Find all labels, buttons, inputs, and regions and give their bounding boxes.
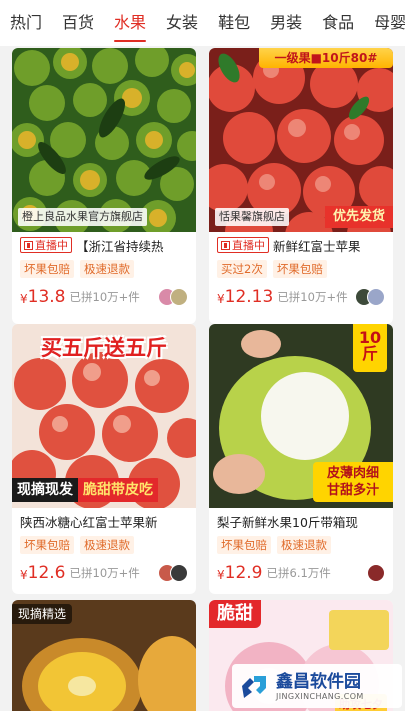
grade-ribbon-overlay: 一级果■10斤80#: [259, 48, 393, 68]
product-title: 陕西冰糖心红富士苹果新: [20, 514, 158, 530]
tag-badge: 极速退款: [80, 536, 134, 554]
product-title: 梨子新鲜水果10斤带箱现: [217, 514, 358, 530]
currency-symbol: ¥: [20, 292, 28, 306]
crispy-sweet-corner-overlay: 脆甜: [209, 600, 261, 628]
buyer-avatars: [158, 288, 188, 306]
live-badge: 直播中: [20, 237, 72, 253]
buyer-avatars: [355, 288, 385, 306]
sold-count: 已拼10万+件: [69, 290, 140, 304]
product-title: 【浙江省持续热: [76, 238, 164, 254]
product-card[interactable]: 橙上良品水果官方旗舰店 直播中 【浙江省持续热 坏果包赔 极速退款 ¥ 13.8…: [12, 48, 196, 324]
tag-badge: 极速退款: [277, 536, 331, 554]
currency-symbol: ¥: [217, 568, 225, 582]
category-tab-bar: 热门 百货 水果 女装 鞋包 男装 食品 母婴: [0, 0, 405, 46]
tab-hot[interactable]: 热门: [0, 0, 52, 46]
weight-badge: 10斤: [353, 324, 387, 372]
product-image-oranges[interactable]: 橙上良品水果官方旗舰店: [12, 48, 196, 232]
product-price: 12.9: [224, 563, 263, 583]
fresh-pick-overlay: 现摘现发: [12, 478, 78, 502]
tab-mens-clothing[interactable]: 男装: [260, 0, 312, 46]
tag-badge: 坏果包赔: [20, 260, 74, 278]
product-price: 12.6: [27, 563, 66, 583]
tag-badge: 坏果包赔: [217, 536, 271, 554]
live-badge: 直播中: [217, 237, 269, 253]
product-price: 12.13: [224, 287, 274, 307]
priority-shipping-overlay: 优先发货: [324, 206, 393, 228]
product-image-apples-promo[interactable]: 买五斤送五斤 现摘现发 脆甜带皮吃: [12, 324, 196, 508]
product-image-kiwi[interactable]: 现摘精选: [12, 600, 196, 711]
promo-overlay-pair: 现摘现发 脆甜带皮吃: [12, 478, 158, 502]
tab-food[interactable]: 食品: [312, 0, 364, 46]
buyer-avatars: [158, 564, 188, 582]
live-icon: [24, 240, 33, 250]
avatar: [367, 288, 385, 306]
sold-count: 已拼10万+件: [69, 566, 140, 580]
product-card[interactable]: 买五斤送五斤 现摘现发 脆甜带皮吃 陕西冰糖心红富士苹果新 坏果包赔 极速退款 …: [12, 324, 196, 594]
crispy-sweet-overlay: 脆甜带皮吃: [78, 478, 158, 502]
tag-badge: 极速退款: [80, 260, 134, 278]
currency-symbol: ¥: [20, 568, 28, 582]
avatar: [170, 564, 188, 582]
tag-badge: 买过2次: [217, 260, 267, 278]
fresh-selection-overlay: 现摘精选: [12, 604, 73, 624]
product-image-apples[interactable]: 一级果■10斤80# 恬果馨旗舰店 优先发货: [209, 48, 393, 232]
avatar: [170, 288, 188, 306]
oranges-photo: [12, 48, 196, 232]
tag-badge: 坏果包赔: [272, 260, 327, 278]
product-title: 新鲜红富士苹果: [273, 238, 361, 254]
sold-count: 已拼6.1万件: [266, 566, 331, 580]
apples-photo: [209, 48, 393, 232]
sold-count: 已拼10万+件: [277, 290, 348, 304]
watermark-logo-icon: [242, 676, 266, 698]
tag-badge: 坏果包赔: [20, 536, 74, 554]
product-price: 13.8: [27, 287, 66, 307]
site-watermark: 鑫昌软件园 JINGXINCHANG.COM: [232, 664, 402, 708]
avatar: [367, 564, 385, 582]
pear-feature-overlay: 皮薄肉细 甘甜多汁: [313, 462, 393, 502]
tab-maternal-baby[interactable]: 母婴: [364, 0, 405, 46]
buyer-avatars: [367, 564, 385, 582]
product-card[interactable]: 一级果■10斤80# 恬果馨旗舰店 优先发货 直播中 新鲜红富士苹果 买过2次 …: [209, 48, 393, 324]
tab-fruit[interactable]: 水果: [104, 0, 156, 46]
product-card[interactable]: 现摘精选: [12, 600, 196, 711]
watermark-name: 鑫昌软件园: [276, 671, 361, 692]
currency-symbol: ¥: [217, 292, 225, 306]
tab-shoes-bags[interactable]: 鞋包: [208, 0, 260, 46]
watermark-domain: JINGXINCHANG.COM: [276, 691, 364, 701]
tab-womens-clothing[interactable]: 女装: [156, 0, 208, 46]
buy-five-get-five-overlay: 买五斤送五斤: [41, 336, 167, 360]
live-icon: [221, 240, 230, 250]
product-card[interactable]: 10斤 皮薄肉细 甘甜多汁 梨子新鲜水果10斤带箱现 坏果包赔 极速退款 ¥ 1…: [209, 324, 393, 594]
product-image-pear[interactable]: 10斤 皮薄肉细 甘甜多汁: [209, 324, 393, 508]
store-name-overlay: 橙上良品水果官方旗舰店: [18, 208, 147, 226]
store-name-overlay: 恬果馨旗舰店: [215, 208, 289, 226]
tab-general-goods[interactable]: 百货: [52, 0, 104, 46]
